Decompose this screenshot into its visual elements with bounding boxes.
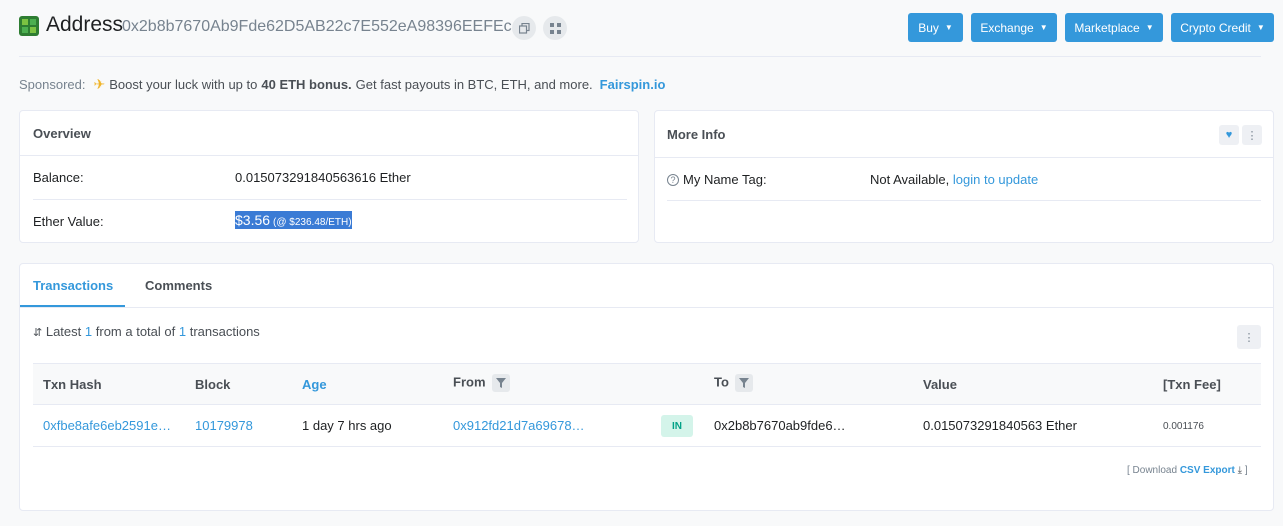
tab-comments[interactable]: Comments <box>145 278 212 293</box>
name-tag-label: My Name Tag: <box>683 172 767 187</box>
col-from: From <box>453 374 510 392</box>
col-to: To <box>714 374 753 392</box>
sponsored-label: Sponsored: <box>19 77 86 92</box>
col-block: Block <box>195 377 231 392</box>
marketplace-button[interactable]: Marketplace ▼ <box>1065 13 1163 42</box>
chevron-down-icon: ▼ <box>1039 23 1048 32</box>
download-icon: ⤓ <box>1237 465 1243 476</box>
download-csv: [ Download CSV Export ⤓ ] <box>1127 465 1248 476</box>
ether-value-label: Ether Value: <box>33 214 104 229</box>
sponsor-link[interactable]: Fairspin.io <box>600 77 666 92</box>
direction-badge: IN <box>661 415 693 437</box>
chevron-down-icon: ▼ <box>1145 23 1154 32</box>
sponsored-banner: Sponsored: ✈ Boost your luck with up to … <box>19 76 666 92</box>
heart-icon: ♥ <box>1225 129 1233 141</box>
etherscan-logo-icon <box>19 16 39 36</box>
row-to: 0x2b8b7670ab9fde6… <box>714 418 846 433</box>
copy-icon <box>518 22 530 34</box>
table-options-button[interactable]: ⋮ <box>1237 325 1261 349</box>
more-info-title: More Info <box>667 127 726 142</box>
balance-value: 0.015073291840563616 Ether <box>235 170 411 185</box>
more-info-card: More Info ♥ ⋮ ? My Name Tag: Not Availab… <box>654 110 1274 243</box>
more-vertical-icon: ⋮ <box>1246 129 1258 142</box>
favorite-button[interactable]: ♥ <box>1219 125 1239 145</box>
qr-code-button[interactable] <box>543 16 567 40</box>
col-txn-hash: Txn Hash <box>43 377 102 392</box>
row-fee: 0.001176 <box>1163 421 1204 432</box>
name-tag-label-row: ? My Name Tag: <box>667 172 767 187</box>
csv-export-link[interactable]: CSV Export <box>1180 465 1235 476</box>
address-hash: 0x2b8b7670Ab9Fde62D5AB22c7E552eA98396EEF… <box>122 18 512 35</box>
more-vertical-icon: ⋮ <box>1243 331 1255 344</box>
chevron-down-icon: ▼ <box>944 23 953 32</box>
buy-button[interactable]: Buy ▼ <box>908 13 963 42</box>
rocket-icon: ✈ <box>93 76 106 92</box>
page-title: Address <box>46 13 124 36</box>
more-options-button[interactable]: ⋮ <box>1242 125 1262 145</box>
txn-summary: ⇵ Latest 1 from a total of 1 transaction… <box>33 324 260 339</box>
filter-icon[interactable] <box>491 374 510 392</box>
chevron-down-icon: ▼ <box>1256 23 1265 32</box>
login-link[interactable]: login to update <box>953 172 1038 187</box>
exchange-button[interactable]: Exchange ▼ <box>971 13 1057 42</box>
col-value: Value <box>923 377 957 392</box>
header-divider <box>19 56 1261 57</box>
col-txn-fee[interactable]: [Txn Fee] <box>1163 377 1221 392</box>
question-circle-icon: ? <box>667 173 679 186</box>
tab-transactions[interactable]: Transactions <box>33 278 113 293</box>
col-age[interactable]: Age <box>302 377 327 392</box>
qr-code-icon <box>549 22 561 34</box>
overview-card: Overview Balance: 0.015073291840563616 E… <box>19 110 639 243</box>
sort-icon: ⇵ <box>33 327 43 339</box>
row-block[interactable]: 10179978 <box>195 418 253 433</box>
transactions-card: Transactions Comments ⇵ Latest 1 from a … <box>19 263 1274 511</box>
row-from[interactable]: 0x912fd21d7a69678… <box>453 418 585 433</box>
name-tag-value-row: Not Available, login to update <box>870 172 1039 187</box>
row-value: 0.015073291840563 Ether <box>923 418 1077 433</box>
ether-value: $3.56 (@ $236.48/ETH) <box>235 211 352 229</box>
filter-icon[interactable] <box>734 374 753 392</box>
balance-label: Balance: <box>33 170 84 185</box>
overview-title: Overview <box>33 126 91 141</box>
row-txn-hash[interactable]: 0xfbe8afe6eb2591e… <box>43 418 171 433</box>
crypto-credit-button[interactable]: Crypto Credit ▼ <box>1171 13 1274 42</box>
row-age: 1 day 7 hrs ago <box>302 418 392 433</box>
copy-address-button[interactable] <box>512 16 536 40</box>
